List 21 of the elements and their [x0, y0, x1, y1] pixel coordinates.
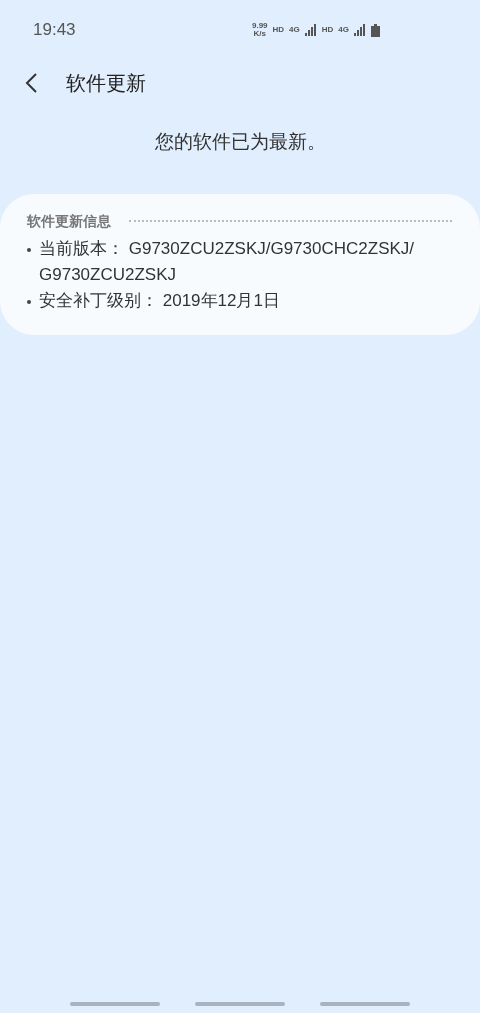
network-indicator: HD [272, 24, 285, 36]
status-message: 您的软件已为最新。 [154, 130, 326, 154]
network-speed: 9.99 [251, 22, 268, 30]
page-title: 软件更新 [66, 71, 146, 96]
section-heading: 软件更新信息 [27, 211, 111, 231]
navigation-bar-handle[interactable] [195, 1002, 285, 1006]
network-indicator: 4G [289, 24, 300, 36]
status-time: 19:43 [33, 19, 76, 42]
back-icon[interactable] [24, 72, 40, 94]
bullet-icon [27, 299, 31, 304]
navigation-bar-handle[interactable] [320, 1002, 410, 1006]
info-item: 安全补丁级别： 2019年12月1日 [39, 289, 280, 312]
network-indicator: HD [321, 24, 334, 36]
signal-icon [354, 24, 366, 36]
network-speed: K/s [253, 30, 266, 38]
battery-icon [371, 23, 380, 37]
signal-icon [304, 24, 317, 36]
navigation-bar-handle[interactable] [70, 1002, 160, 1006]
info-item: 当前版本： G9730ZCU2ZSKJ/G9730CHC2ZSKJ/ G9730ZCU2ZSKJ [39, 237, 416, 286]
bullet-icon [27, 247, 31, 252]
network-indicator: 4G [338, 24, 349, 36]
